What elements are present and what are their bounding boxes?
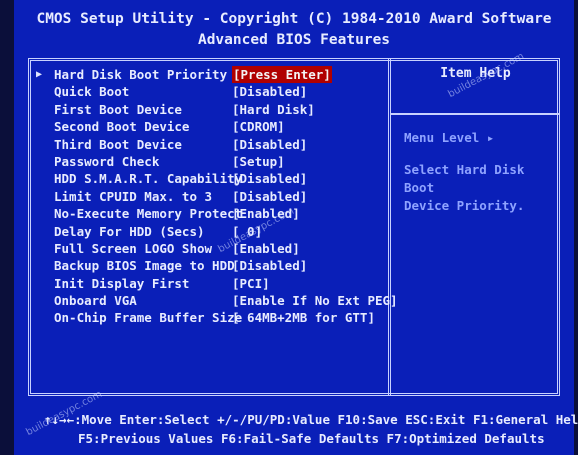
setting-value[interactable]: [Disabled] — [232, 170, 307, 187]
setting-value[interactable]: [Disabled] — [232, 136, 307, 153]
setting-label: Quick Boot — [54, 84, 130, 100]
setting-row[interactable]: Quick Boot [Disabled] — [36, 83, 386, 100]
setting-label: Limit CPUID Max. to 3 — [54, 188, 213, 204]
setting-row[interactable]: First Boot Device [Hard Disk] — [36, 101, 386, 118]
setting-value[interactable]: [Press Enter] — [232, 66, 332, 84]
setting-label: Second Boot Device — [54, 119, 190, 135]
setting-label: No-Execute Memory Protect — [54, 206, 243, 222]
bios-screen: CMOS Setup Utility - Copyright (C) 1984-… — [14, 0, 578, 455]
setting-label: Delay For HDD (Secs) — [54, 223, 205, 239]
setting-value[interactable]: [Setup] — [232, 153, 285, 170]
setting-value[interactable]: [Hard Disk] — [232, 101, 315, 118]
help-text-line: Select Hard Disk Boot — [404, 162, 525, 195]
setting-value[interactable]: [ 64MB+2MB for GTT] — [232, 309, 375, 326]
setting-row[interactable]: Onboard VGA [Enable If No Ext PEG] — [36, 292, 398, 309]
setting-label: Backup BIOS Image to HDD — [54, 258, 235, 274]
setting-label: Password Check — [54, 153, 160, 169]
setting-label: Onboard VGA — [54, 293, 137, 309]
header: CMOS Setup Utility - Copyright (C) 1984-… — [14, 0, 574, 60]
setting-value[interactable]: [Disabled] — [232, 83, 307, 100]
setting-row[interactable]: ▶ Hard Disk Boot Priority [Press Enter] — [36, 66, 386, 84]
help-text-line: Device Priority. — [404, 198, 525, 213]
setting-row[interactable]: No-Execute Memory Protect [Enabled] — [36, 205, 386, 222]
help-text: Select Hard Disk Boot Device Priority. — [404, 139, 554, 215]
setting-label: Third Boot Device — [54, 136, 182, 152]
key-legend-line: F5:Previous Values F6:Fail-Safe Defaults… — [78, 431, 545, 446]
setting-row[interactable]: Init Display First [PCI] — [36, 275, 386, 292]
setting-label: On-Chip Frame Buffer Size — [54, 310, 243, 326]
setting-value[interactable]: [PCI] — [232, 275, 270, 292]
header-title: CMOS Setup Utility - Copyright (C) 1984-… — [36, 11, 552, 27]
setting-row[interactable]: On-Chip Frame Buffer Size[ 64MB+2MB for … — [36, 309, 386, 326]
setting-label: Init Display First — [54, 275, 190, 291]
submenu-arrow-icon: ▶ — [36, 69, 43, 80]
setting-row[interactable]: Second Boot Device [CDROM] — [36, 118, 386, 135]
setting-row[interactable]: Delay For HDD (Secs)[ 0] — [36, 223, 386, 240]
setting-row[interactable]: HDD S.M.A.R.T. Capability [Disabled] — [36, 170, 386, 187]
outer-bezel — [0, 0, 14, 455]
setting-row[interactable]: Password Check [Setup] — [36, 153, 386, 170]
setting-row[interactable]: Backup BIOS Image to HDD [Disabled] — [36, 257, 386, 274]
setting-label: Full Screen LOGO Show — [54, 240, 213, 256]
key-legend-line: ↑↓→←:Move Enter:Select +/-/PU/PD:Value F… — [44, 412, 578, 427]
setting-row[interactable]: Limit CPUID Max. to 3 [Disabled] — [36, 188, 386, 205]
help-title-divider — [391, 113, 560, 115]
setting-value[interactable]: [CDROM] — [232, 118, 285, 135]
setting-row[interactable]: Third Boot Device [Disabled] — [36, 136, 386, 153]
setting-label: Hard Disk Boot Priority — [54, 67, 228, 82]
page-title: Advanced BIOS Features — [197, 32, 391, 48]
setting-value[interactable]: [Enable If No Ext PEG] — [232, 292, 398, 309]
setting-label: First Boot Device — [54, 101, 182, 117]
setting-label: HDD S.M.A.R.T. Capability — [54, 171, 243, 187]
panel-divider — [388, 58, 391, 396]
settings-list: ▶ Hard Disk Boot Priority [Press Enter] Qui… — [36, 66, 398, 327]
setting-row[interactable]: Full Screen LOGO Show [Enabled] — [36, 240, 386, 257]
setting-value[interactable]: [Disabled] — [232, 188, 307, 205]
setting-value[interactable]: [Disabled] — [232, 257, 307, 274]
